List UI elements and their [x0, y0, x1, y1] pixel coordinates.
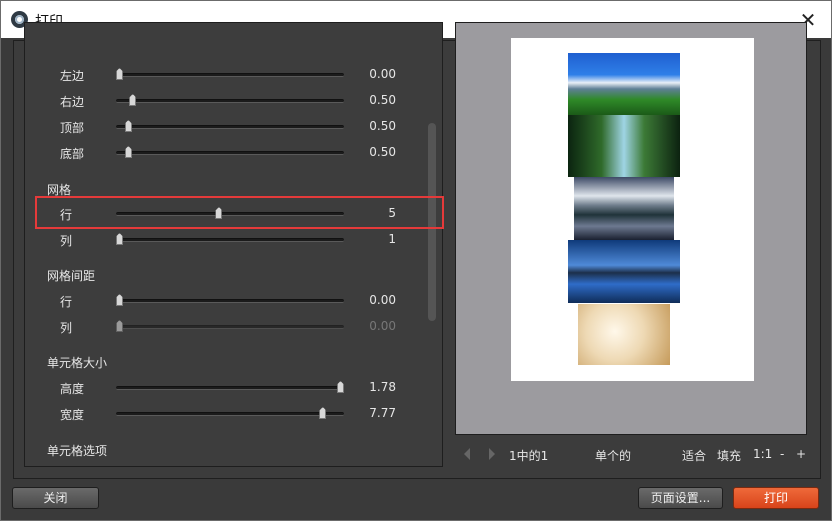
grid-columns-value: 1	[388, 232, 396, 246]
slider-thumb[interactable]	[116, 68, 123, 80]
spacing-rows-slider[interactable]	[116, 294, 344, 306]
slider-thumb[interactable]	[129, 94, 137, 106]
zoom-in-button[interactable]: +	[796, 447, 806, 461]
spacing-rows-value: 0.00	[369, 293, 396, 307]
grid-columns-slider[interactable]	[116, 233, 344, 245]
margin-left-value: 0.00	[369, 67, 396, 81]
cell-height-label: 高度	[60, 382, 85, 396]
spacing-rows-label: 行	[60, 295, 73, 309]
margin-top-value: 0.50	[369, 119, 396, 133]
preview-photo-reflection	[568, 240, 680, 303]
margin-right-slider[interactable]	[116, 94, 344, 106]
print-button[interactable]: 打印	[733, 487, 819, 509]
cell-width-value: 7.77	[369, 406, 396, 420]
margin-top-slider[interactable]	[116, 120, 344, 132]
slider-thumb[interactable]	[337, 381, 344, 393]
layout-mode[interactable]: 单个的	[595, 447, 631, 464]
actual-size-option[interactable]: 1:1	[753, 447, 772, 461]
slider-thumb[interactable]	[319, 407, 327, 419]
margin-right-value: 0.50	[369, 93, 396, 107]
margin-top-label: 顶部	[60, 121, 85, 135]
slider-thumb[interactable]	[116, 233, 123, 245]
margin-bottom-slider[interactable]	[116, 146, 344, 158]
slider-thumb[interactable]	[124, 120, 132, 132]
slider-thumb	[116, 320, 123, 332]
cell-height-slider[interactable]	[116, 381, 344, 393]
spacing-columns-value: 0.00	[369, 319, 396, 333]
highlight-box	[35, 196, 444, 229]
margin-left-slider[interactable]	[116, 68, 344, 80]
margin-bottom-label: 底部	[60, 147, 85, 161]
margin-bottom-value: 0.50	[369, 145, 396, 159]
cell-height-value: 1.78	[369, 380, 396, 394]
slider-thumb[interactable]	[116, 294, 123, 306]
prev-page-icon[interactable]	[464, 448, 470, 460]
cell-size-heading: 单元格大小	[47, 356, 108, 370]
cell-width-label: 宽度	[60, 408, 85, 422]
spacing-columns-label: 列	[60, 321, 73, 335]
slider-thumb[interactable]	[124, 146, 132, 158]
grid-spacing-heading: 网格间距	[47, 269, 96, 283]
preview-photo-mountains	[568, 53, 680, 115]
next-page-icon[interactable]	[489, 448, 495, 460]
cell-options-heading: 单元格选项	[47, 444, 108, 458]
fit-option[interactable]: 适合	[682, 447, 706, 464]
zoom-out-button[interactable]: -	[780, 447, 784, 461]
page-indicator: 1中的1	[509, 449, 549, 463]
margin-left-label: 左边	[60, 69, 85, 83]
preview-page	[511, 38, 754, 381]
preview-photo-grass	[578, 304, 670, 365]
preview-photo-waterfall	[568, 115, 680, 177]
preview-photo-lake	[574, 177, 674, 240]
page-setup-button[interactable]: 页面设置...	[638, 487, 723, 509]
cell-width-slider[interactable]	[116, 407, 344, 419]
fill-option[interactable]: 填充	[717, 447, 741, 464]
spacing-columns-slider	[116, 320, 344, 332]
close-button[interactable]: 关闭	[12, 487, 99, 509]
print-preview	[455, 22, 807, 435]
preview-nav: 1中的1 单个的 适合 填充 1:1 - +	[455, 446, 807, 464]
grid-columns-label: 列	[60, 234, 73, 248]
settings-panel: 左边 0.00 右边 0.50 顶部 0.50 底部 0.50 网格 行 5 列…	[24, 22, 443, 467]
margin-right-label: 右边	[60, 95, 85, 109]
